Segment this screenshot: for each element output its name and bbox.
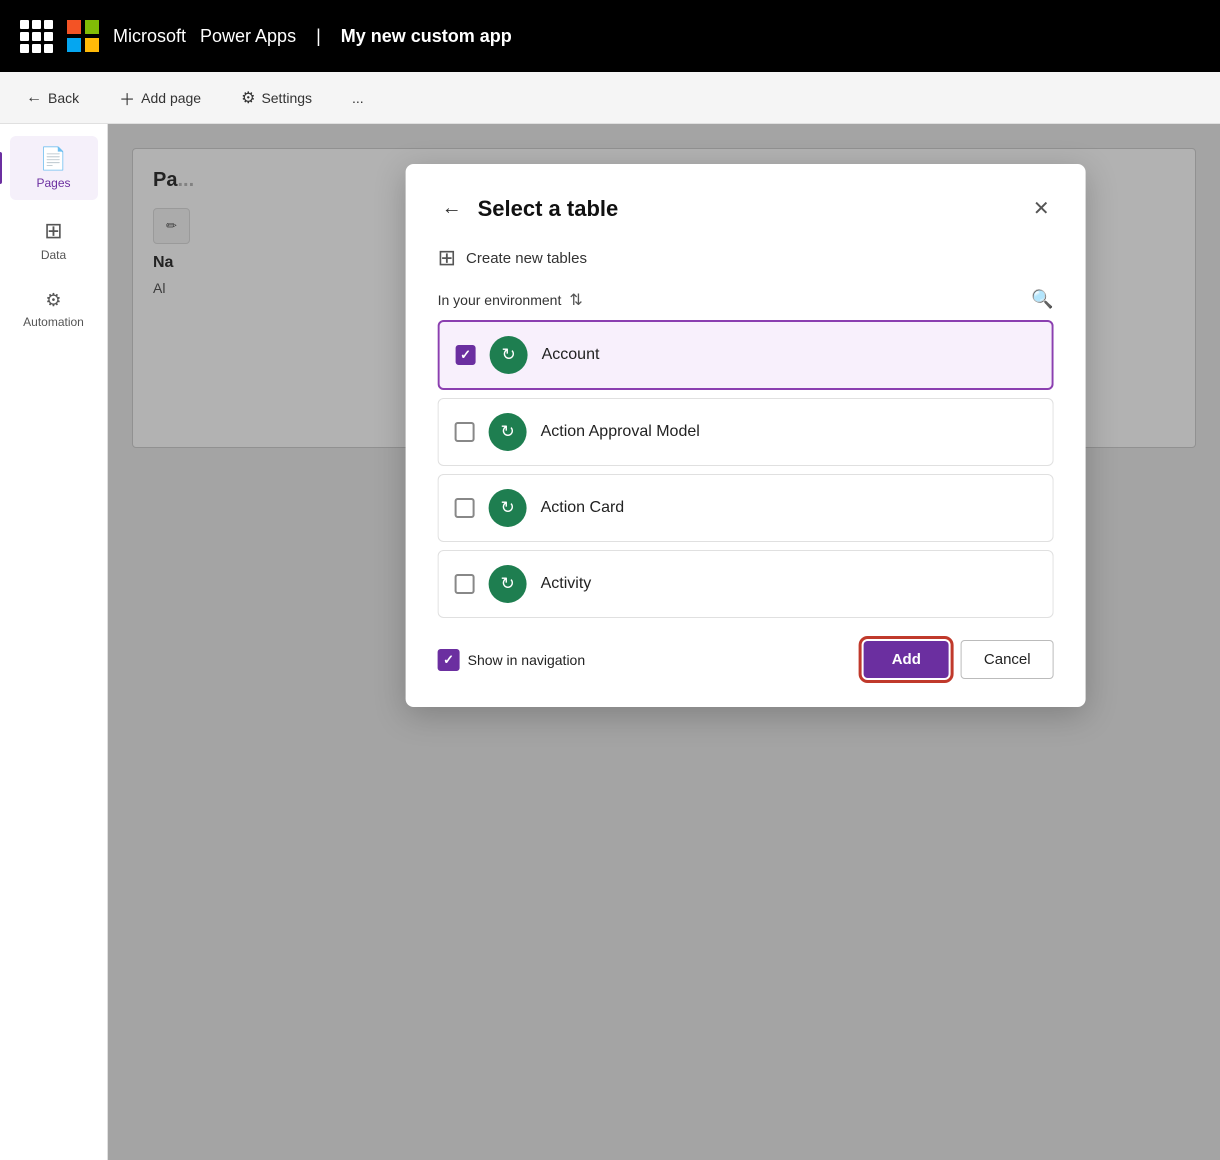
table-item-activity[interactable]: ↻ Activity: [438, 550, 1054, 618]
dialog-header: ← Select a table ✕: [438, 192, 1054, 225]
sidebar-automation-label: Automation: [23, 315, 84, 329]
sidebar: 📄 Pages ⊞ Data ⚙ Automation: [0, 124, 108, 1160]
account-table-icon: ↻: [490, 336, 528, 374]
canvas: Pa... ✏ Na Al ← Select a table: [108, 124, 1220, 1160]
select-table-dialog: ← Select a table ✕ ⊞ Create new tables I…: [406, 164, 1086, 707]
add-page-label: Add page: [141, 90, 201, 106]
sidebar-data-label: Data: [41, 248, 66, 262]
apps-grid-icon[interactable]: [20, 20, 53, 53]
sidebar-item-automation[interactable]: ⚙ Automation: [10, 280, 98, 339]
account-checkbox[interactable]: ✓: [456, 345, 476, 365]
back-icon: ←: [26, 89, 42, 107]
action-card-checkbox[interactable]: [455, 498, 475, 518]
project-name-label: My new custom app: [341, 26, 512, 47]
sidebar-item-data[interactable]: ⊞ Data: [10, 208, 98, 272]
environment-row: In your environment ⇅ 🔍: [438, 289, 1054, 310]
cancel-button[interactable]: Cancel: [961, 640, 1054, 679]
create-table-icon: ⊞: [438, 245, 456, 271]
action-approval-checkbox[interactable]: [455, 422, 475, 442]
account-table-name: Account: [542, 346, 600, 364]
show-nav-check-icon: ✓: [443, 652, 454, 668]
table-list: ✓ ↻ Account ↻ Action Approval Model: [438, 320, 1054, 618]
show-in-navigation-label: Show in navigation: [468, 652, 586, 668]
automation-icon: ⚙: [45, 290, 61, 311]
topbar-separator: |: [316, 26, 321, 47]
microsoft-label: Microsoft: [113, 26, 186, 47]
action-approval-table-icon: ↻: [489, 413, 527, 451]
table-item-action-approval[interactable]: ↻ Action Approval Model: [438, 398, 1054, 466]
dialog-close-button[interactable]: ✕: [1029, 192, 1054, 225]
more-button[interactable]: ...: [344, 86, 372, 110]
settings-button[interactable]: ⚙ Settings: [233, 84, 320, 112]
main-area: 📄 Pages ⊞ Data ⚙ Automation Pa... ✏ Na A…: [0, 124, 1220, 1160]
activity-icon-glyph: ↻: [500, 574, 514, 594]
activity-checkbox[interactable]: [455, 574, 475, 594]
create-new-tables-label: Create new tables: [466, 250, 587, 267]
add-icon: ＋: [119, 86, 135, 110]
activity-table-name: Activity: [541, 575, 592, 593]
microsoft-logo: [67, 20, 99, 52]
create-new-tables-row[interactable]: ⊞ Create new tables: [438, 245, 1054, 271]
show-in-navigation-row: ✓ Show in navigation: [438, 649, 586, 671]
search-icon[interactable]: 🔍: [1031, 289, 1053, 310]
action-card-icon-glyph: ↻: [500, 498, 514, 518]
settings-label: Settings: [261, 90, 312, 106]
dialog-back-button[interactable]: ←: [438, 193, 466, 224]
close-icon: ✕: [1033, 196, 1050, 221]
pages-icon: 📄: [40, 146, 67, 172]
dialog-title: Select a table: [478, 196, 619, 222]
show-nav-checkbox[interactable]: ✓: [438, 649, 460, 671]
data-icon: ⊞: [44, 218, 62, 244]
dialog-footer: ✓ Show in navigation Add Cancel: [438, 640, 1054, 679]
action-approval-icon-glyph: ↻: [500, 422, 514, 442]
add-page-button[interactable]: ＋ Add page: [111, 82, 209, 114]
sidebar-item-pages[interactable]: 📄 Pages: [10, 136, 98, 200]
environment-label-row: In your environment ⇅: [438, 290, 583, 310]
action-approval-table-name: Action Approval Model: [541, 423, 700, 441]
action-card-table-name: Action Card: [541, 499, 625, 517]
toolbar: ← Back ＋ Add page ⚙ Settings ...: [0, 72, 1220, 124]
sort-icon[interactable]: ⇅: [569, 290, 582, 310]
action-card-table-icon: ↻: [489, 489, 527, 527]
back-label: Back: [48, 90, 79, 106]
add-button[interactable]: Add: [864, 641, 949, 678]
back-button[interactable]: ← Back: [18, 85, 87, 111]
topbar: Microsoft Power Apps | My new custom app: [0, 0, 1220, 72]
account-icon-glyph: ↻: [501, 345, 515, 365]
settings-icon: ⚙: [241, 88, 255, 108]
activity-table-icon: ↻: [489, 565, 527, 603]
dialog-back-icon: ←: [442, 197, 462, 220]
table-item-account[interactable]: ✓ ↻ Account: [438, 320, 1054, 390]
sidebar-pages-label: Pages: [36, 176, 70, 190]
checkbox-check-icon: ✓: [460, 347, 471, 363]
app-name-label: Power Apps: [200, 26, 296, 47]
dialog-title-row: ← Select a table: [438, 193, 619, 224]
table-item-action-card[interactable]: ↻ Action Card: [438, 474, 1054, 542]
more-label: ...: [352, 90, 364, 106]
environment-label: In your environment: [438, 292, 562, 308]
